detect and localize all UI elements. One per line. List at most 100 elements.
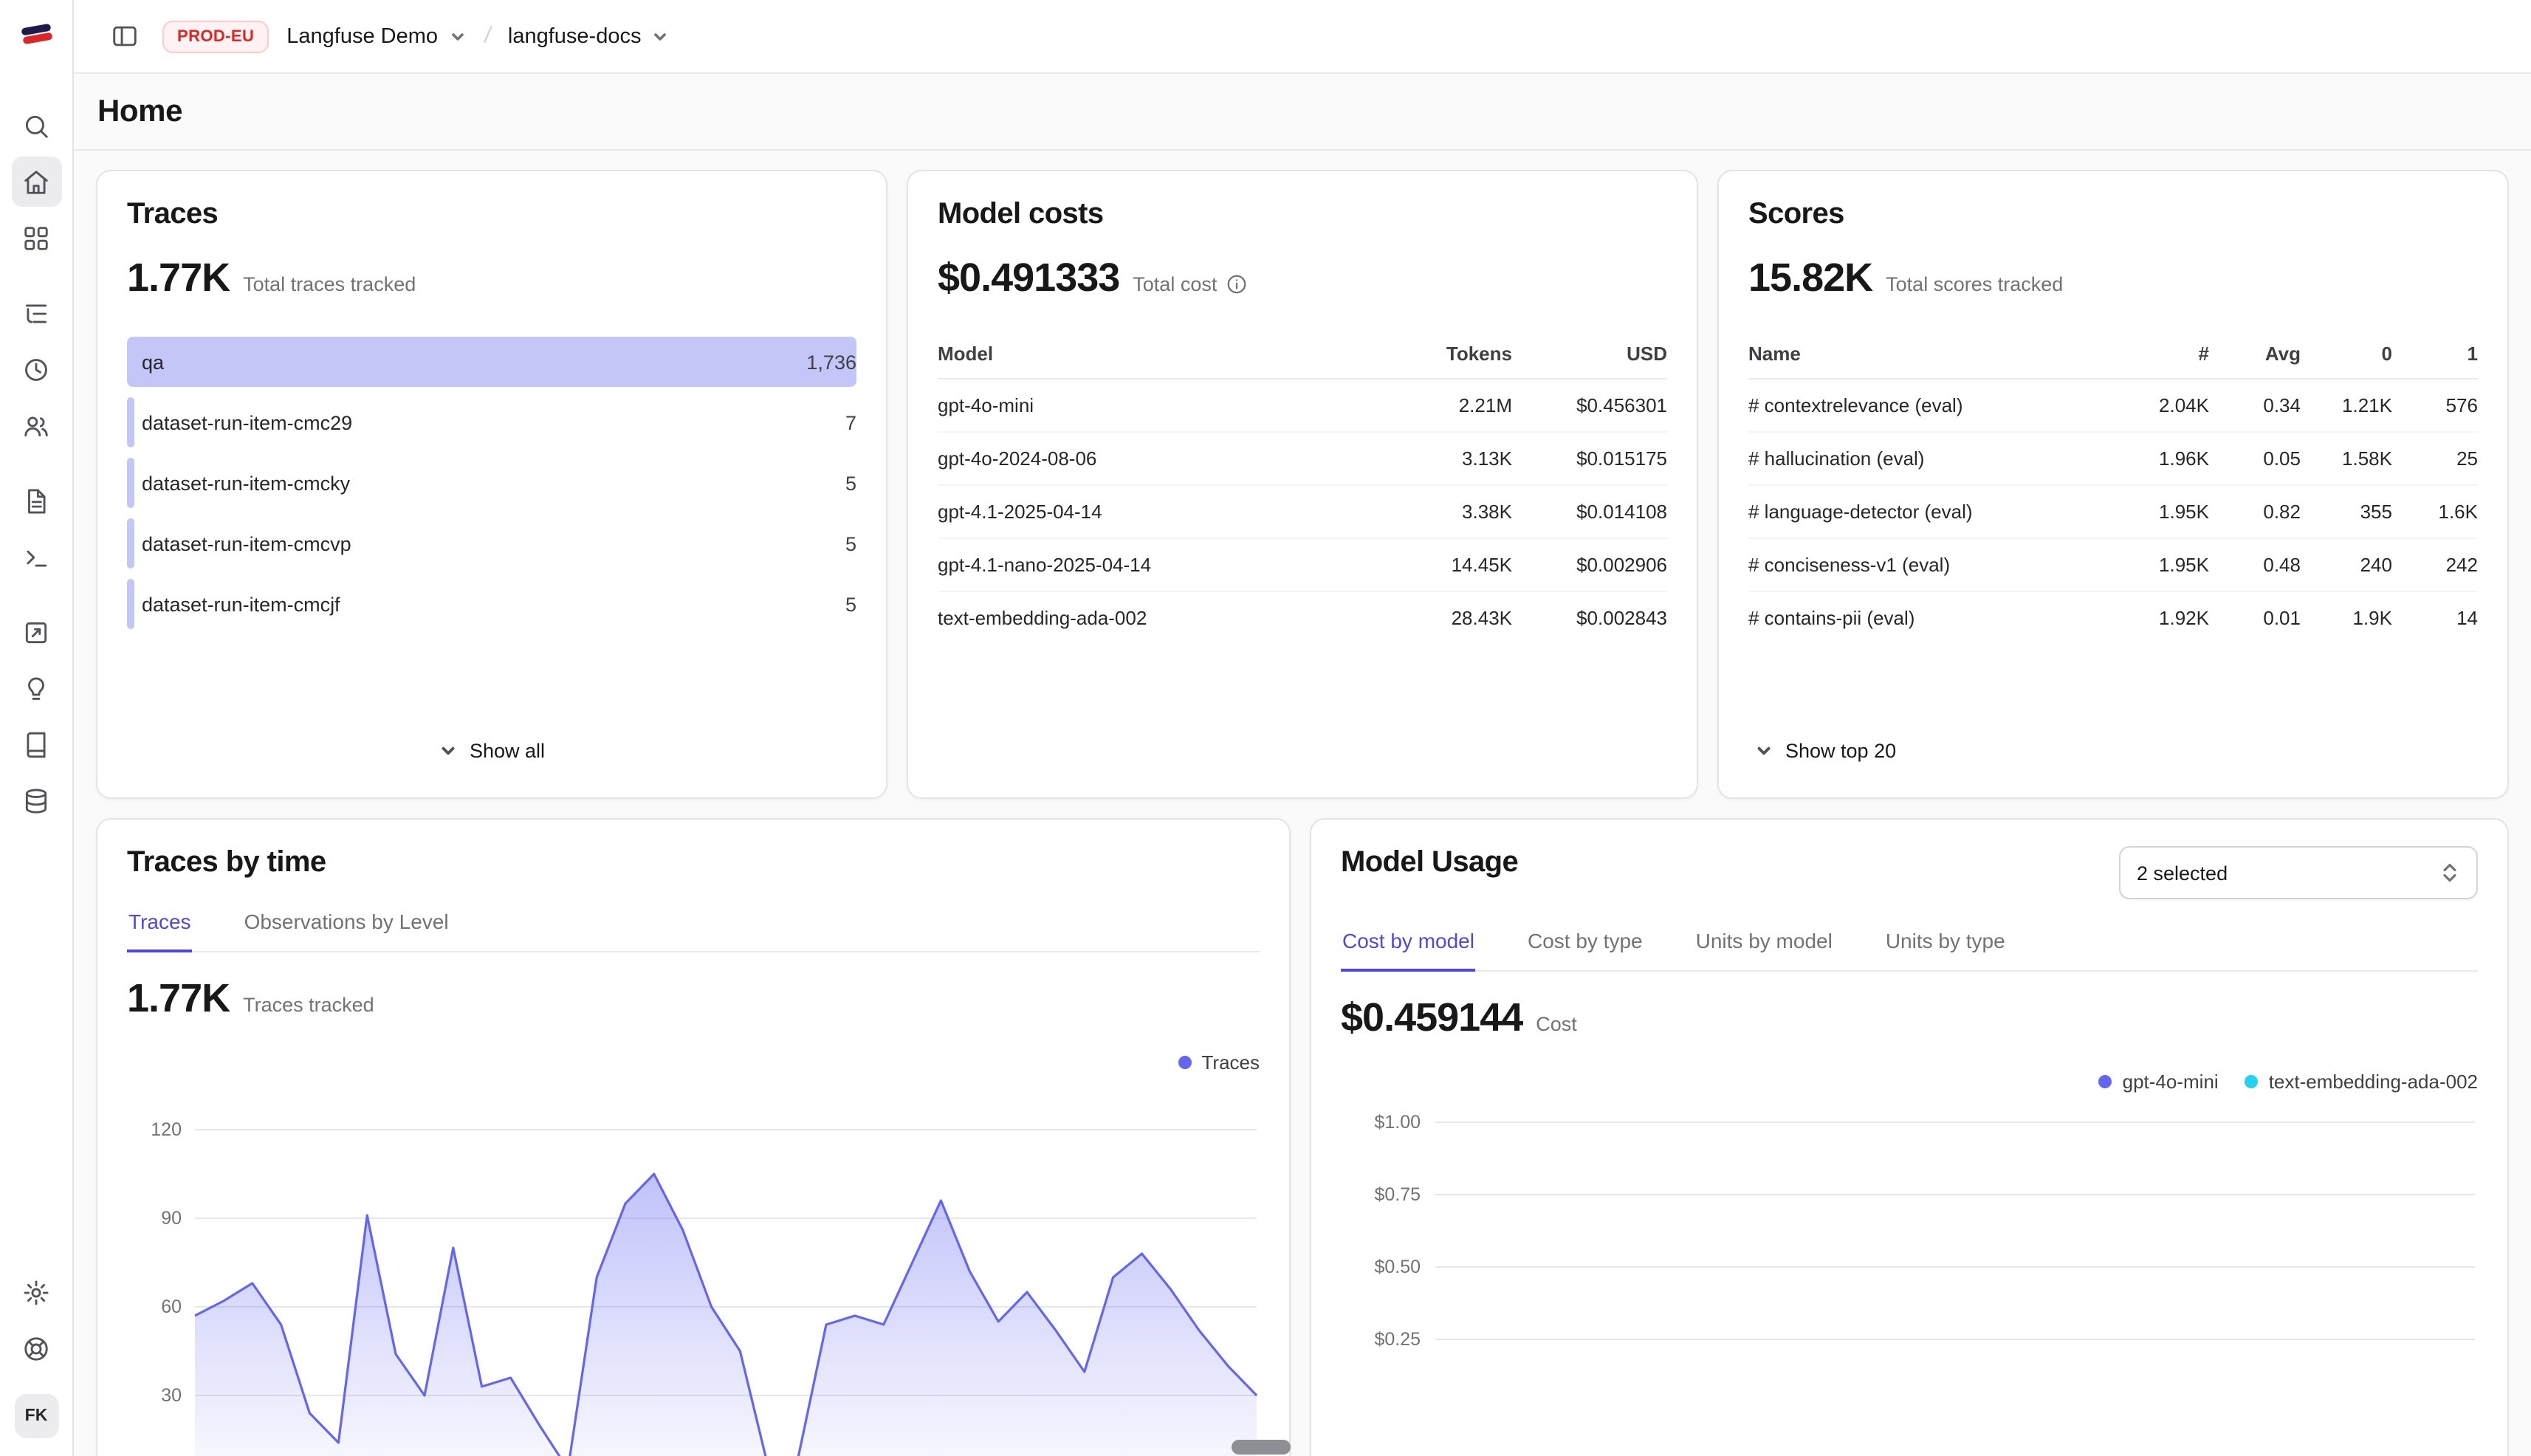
column-zero: 0 xyxy=(2301,331,2392,379)
scores-metric-label: Total scores tracked xyxy=(1886,273,2063,295)
sidebar-item-playground[interactable] xyxy=(11,532,61,582)
sidebar-item-home[interactable] xyxy=(11,157,61,207)
traces-by-time-tabs: Traces Observations by Level xyxy=(127,910,1260,952)
usage-chart-svg: $1.00 $0.75 $0.50 $0.25 xyxy=(1341,1105,2481,1456)
traces-chart-area: 120 90 60 30 xyxy=(127,1085,1260,1456)
column-name: Name xyxy=(1748,331,2123,379)
model-cost-cell-tokens: 28.43K xyxy=(1372,591,1512,644)
model-cost-cell-model: text-embedding-ada-002 xyxy=(938,591,1372,644)
sidebar-item-settings[interactable] xyxy=(11,1267,61,1317)
sidebar-item-users[interactable] xyxy=(11,400,61,450)
trace-bar xyxy=(127,579,134,629)
model-cost-row[interactable]: gpt-4o-mini2.21M$0.456301 xyxy=(938,379,1667,432)
trace-bar-row[interactable]: dataset-run-item-cmc297 xyxy=(127,397,856,447)
sidebar-toggle-button[interactable] xyxy=(103,16,145,57)
traces-total-metric: 1.77K xyxy=(127,255,230,301)
home-icon xyxy=(22,168,50,196)
trace-bar-row[interactable]: dataset-run-item-cmcky5 xyxy=(127,458,856,508)
info-icon[interactable] xyxy=(1226,273,1248,295)
chevron-down-icon xyxy=(651,27,669,45)
project-name: langfuse-docs xyxy=(508,24,642,48)
tab-observations-by-level[interactable]: Observations by Level xyxy=(243,910,450,952)
model-cost-cell-tokens: 3.13K xyxy=(1372,432,1512,485)
sidebar-item-evaluation[interactable] xyxy=(11,607,61,657)
total-cost-metric: $0.491333 xyxy=(938,255,1119,301)
score-row[interactable]: # contains-pii (eval)1.92K0.011.9K14 xyxy=(1748,591,2478,644)
score-cell-count: 1.96K xyxy=(2123,432,2209,485)
langfuse-logo[interactable] xyxy=(17,15,55,53)
environment-badge: PROD-EU xyxy=(162,20,269,52)
score-cell-one: 242 xyxy=(2392,538,2478,591)
top-navigation-bar: PROD-EU Langfuse Demo / langfuse-docs xyxy=(74,0,2531,74)
project-switcher[interactable]: langfuse-docs xyxy=(508,24,670,48)
file-text-icon xyxy=(22,487,50,515)
show-all-button[interactable]: Show all xyxy=(433,731,551,771)
traces-tracked-label: Traces tracked xyxy=(243,994,374,1016)
svg-text:$0.50: $0.50 xyxy=(1374,1257,1421,1277)
sidebar-item-datasets[interactable] xyxy=(11,719,61,769)
sidebar-item-support[interactable] xyxy=(11,1323,61,1373)
sidebar-item-prompts[interactable] xyxy=(11,475,61,526)
svg-text:$0.25: $0.25 xyxy=(1374,1329,1421,1350)
chevron-down-icon xyxy=(439,741,458,760)
legend-dot xyxy=(2099,1075,2112,1088)
score-row[interactable]: # hallucination (eval)1.96K0.051.58K25 xyxy=(1748,432,2478,485)
tab-cost-by-type[interactable]: Cost by type xyxy=(1526,929,1644,972)
score-row[interactable]: # conciseness-v1 (eval)1.95K0.48240242 xyxy=(1748,538,2478,591)
svg-text:$1.00: $1.00 xyxy=(1374,1112,1421,1133)
traces-by-time-card: Traces by time Traces Observations by Le… xyxy=(96,818,1291,1456)
sidebar-item-dashboards[interactable] xyxy=(11,213,61,263)
gear-icon xyxy=(22,1278,50,1306)
trace-bar-row[interactable]: qa1,736 xyxy=(127,337,856,387)
model-cost-row[interactable]: gpt-4o-2024-08-063.13K$0.015175 xyxy=(938,432,1667,485)
model-cost-cell-usd: $0.456301 xyxy=(1512,379,1667,432)
sidebar-item-search[interactable] xyxy=(11,100,61,151)
trace-bar-value: 1,736 xyxy=(806,351,856,373)
tab-cost-by-model[interactable]: Cost by model xyxy=(1341,929,1476,972)
model-usage-card: Model Usage 2 selected Cost by model Cos… xyxy=(1310,818,2509,1456)
sidebar-item-sessions[interactable] xyxy=(11,344,61,394)
scores-header-row: Name # Avg 0 1 xyxy=(1748,331,2478,379)
score-cell-avg: 0.82 xyxy=(2209,485,2301,538)
model-cost-row[interactable]: gpt-4.1-nano-2025-04-1414.45K$0.002906 xyxy=(938,538,1667,591)
score-cell-name: # conciseness-v1 (eval) xyxy=(1748,538,2123,591)
traces-tracked-metric: 1.77K xyxy=(127,976,230,1022)
sidebar-item-database[interactable] xyxy=(11,775,61,825)
traces-card-title: Traces xyxy=(127,198,856,232)
score-row[interactable]: # language-detector (eval)1.95K0.823551.… xyxy=(1748,485,2478,538)
trace-bar-row[interactable]: dataset-run-item-cmcjf5 xyxy=(127,579,856,629)
show-top-20-button[interactable]: Show top 20 xyxy=(1748,731,1902,771)
score-cell-name: # language-detector (eval) xyxy=(1748,485,2123,538)
book-icon xyxy=(22,730,50,758)
legend-item-gpt-4o-mini: gpt-4o-mini xyxy=(2099,1071,2219,1093)
model-cost-row[interactable]: text-embedding-ada-00228.43K$0.002843 xyxy=(938,591,1667,644)
model-select[interactable]: 2 selected xyxy=(2119,846,2478,899)
score-cell-name: # hallucination (eval) xyxy=(1748,432,2123,485)
tab-units-by-type[interactable]: Units by type xyxy=(1884,929,2007,972)
score-cell-one: 1.6K xyxy=(2392,485,2478,538)
score-row[interactable]: # contextrelevance (eval)2.04K0.341.21K5… xyxy=(1748,379,2478,432)
traces-chart-legend: Traces xyxy=(127,1051,1260,1074)
score-cell-avg: 0.48 xyxy=(2209,538,2301,591)
legend-dot xyxy=(1178,1056,1192,1069)
legend-dot xyxy=(2245,1075,2259,1088)
trace-bar xyxy=(127,337,856,387)
score-cell-avg: 0.01 xyxy=(2209,591,2301,644)
tab-units-by-model[interactable]: Units by model xyxy=(1694,929,1834,972)
scores-title: Scores xyxy=(1748,198,2478,232)
sidebar-item-annotation[interactable] xyxy=(11,663,61,713)
svg-text:30: 30 xyxy=(161,1385,182,1406)
svg-text:$0.75: $0.75 xyxy=(1374,1184,1421,1205)
org-switcher[interactable]: Langfuse Demo xyxy=(286,24,466,48)
model-costs-title: Model costs xyxy=(938,198,1667,232)
model-costs-header-row: Model Tokens USD xyxy=(938,331,1667,379)
total-cost-label: Total cost xyxy=(1133,273,1217,295)
app-root: FK PROD-EU Langfuse Demo / langfuse-docs xyxy=(0,0,2531,1456)
model-cost-row[interactable]: gpt-4.1-2025-04-143.38K$0.014108 xyxy=(938,485,1667,538)
horizontal-scrollbar-thumb[interactable] xyxy=(1232,1440,1291,1455)
tab-traces[interactable]: Traces xyxy=(127,910,193,952)
user-avatar[interactable]: FK xyxy=(14,1394,58,1438)
sidebar-item-tracing[interactable] xyxy=(11,288,61,338)
trace-bar-row[interactable]: dataset-run-item-cmcvp5 xyxy=(127,518,856,569)
score-cell-name: # contextrelevance (eval) xyxy=(1748,379,2123,432)
